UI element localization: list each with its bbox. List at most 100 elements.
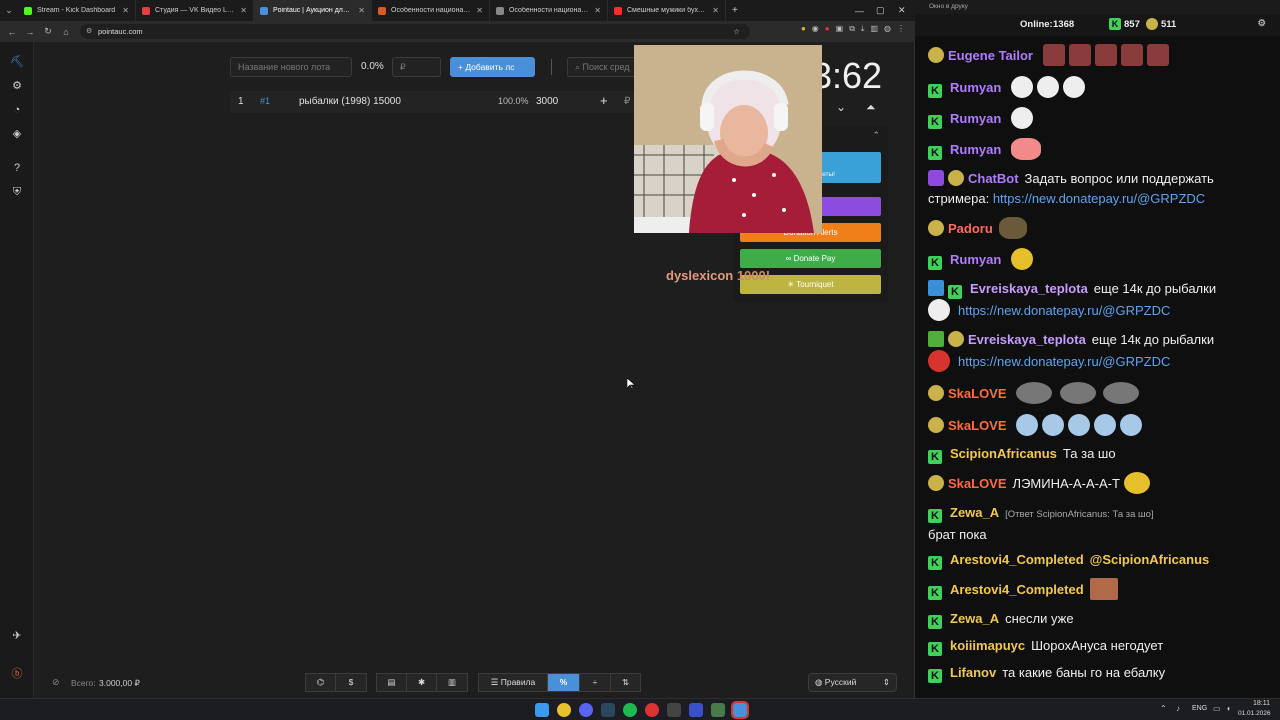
maximize-icon[interactable]: ▢ <box>876 0 885 21</box>
split-icon[interactable]: ÷ <box>579 673 611 692</box>
tab-list-icon[interactable]: ⌄ <box>0 5 18 16</box>
amount-input[interactable]: ₽ <box>392 57 441 77</box>
menu-icon[interactable]: ⋮ <box>897 24 905 34</box>
extension-icon[interactable]: ▣ <box>836 24 844 34</box>
telegram-icon[interactable]: ✈ <box>9 628 25 644</box>
chevron-up-icon[interactable]: ⌃ <box>872 130 880 141</box>
pointauc-app-icon[interactable] <box>731 701 749 719</box>
close-tab-icon[interactable]: ✕ <box>712 6 719 15</box>
online-label: Online: <box>1020 19 1053 30</box>
chrome-icon[interactable] <box>557 703 571 717</box>
chevron-down-icon[interactable]: ⌄ <box>836 100 846 114</box>
clock-time[interactable]: 18:11 <box>1242 700 1270 707</box>
app-icon[interactable] <box>645 703 659 717</box>
wheel-icon[interactable]: ◔ <box>9 102 25 118</box>
help-icon[interactable]: ? <box>9 160 25 176</box>
close-window-icon[interactable]: ✕ <box>898 0 906 21</box>
collapse-icon[interactable]: ⏶ <box>866 100 876 115</box>
back-icon[interactable]: ← <box>3 27 21 37</box>
network-icon[interactable]: ▭ <box>1213 704 1221 713</box>
language-select[interactable]: ◍ Русский ⇕ <box>808 673 897 692</box>
reload-icon[interactable]: ↻ <box>39 26 57 37</box>
tab-film-1[interactable]: Особенности национальной р✕ <box>372 0 490 21</box>
film-favicon-icon <box>378 6 386 15</box>
donation-overlay-text: dyslexicon 1000! <box>666 268 771 283</box>
extension-icon[interactable]: ◉ <box>812 24 819 34</box>
emote-icon <box>928 350 950 372</box>
forward-icon[interactable]: → <box>21 27 39 37</box>
clock-date[interactable]: 01.01.2026 <box>1238 710 1271 717</box>
save-icon[interactable]: ▤ <box>376 673 407 692</box>
close-tab-icon[interactable]: ✕ <box>476 6 483 15</box>
goose-emote-icon <box>1010 107 1033 129</box>
github-icon[interactable]: ⌬ <box>305 673 336 692</box>
profile-icon[interactable]: ◍ <box>884 24 891 34</box>
app-icon[interactable] <box>667 703 681 717</box>
chat-message: K Rumyan <box>928 76 1273 98</box>
layers-icon[interactable]: ◈ <box>9 126 25 142</box>
site-info-icon[interactable]: ⚙ <box>86 24 92 39</box>
discord-icon[interactable] <box>579 703 593 717</box>
minimize-icon[interactable]: — <box>855 0 864 21</box>
tab-vk[interactable]: Студия — VK Видео Live ✕ <box>136 0 254 21</box>
donate-pay-button[interactable]: ∞ Donate Pay <box>740 249 881 268</box>
new-tab-button[interactable]: + <box>732 5 738 16</box>
chat-window-title: Окно в друку <box>915 0 1280 14</box>
extension-icon[interactable]: ● <box>825 24 830 34</box>
app-icon[interactable] <box>689 703 703 717</box>
link-icon: ∞ <box>785 254 794 263</box>
kick-badge-icon: K <box>928 115 942 129</box>
tab-film-2[interactable]: Особенности национальной р✕ <box>490 0 608 21</box>
vk-badge-icon <box>948 170 964 186</box>
settings-icon[interactable]: ⚙ <box>9 78 25 94</box>
visibility-off-icon[interactable]: ⊘ <box>52 677 60 688</box>
steam-icon[interactable] <box>601 703 615 717</box>
tab-kick[interactable]: Stream - Kick Dashboard ✕ <box>18 0 136 21</box>
settings-icon[interactable]: ⚙ <box>1257 18 1266 29</box>
download-icon[interactable]: ⤓ <box>861 24 865 34</box>
sidebar-icon[interactable]: ▥ <box>870 24 878 34</box>
tab-pointauc[interactable]: Pointauc | Аукцион для стрим✕ <box>254 0 372 21</box>
chat-message: Padoru <box>928 217 1273 239</box>
total-value: 3.000,00 ₽ <box>99 678 140 688</box>
app-icon[interactable] <box>711 703 725 717</box>
donate-link[interactable]: https://new.donatepay.ru/@GRPZDC <box>958 354 1170 369</box>
language-indicator[interactable]: ENG <box>1192 705 1207 712</box>
tab-youtube[interactable]: Смешные мужики бухают на ✕ <box>608 0 726 21</box>
bug-icon[interactable]: ✱ <box>406 673 437 692</box>
close-tab-icon[interactable]: ✕ <box>240 6 247 15</box>
add-amount-button[interactable]: + <box>600 93 608 108</box>
close-tab-icon[interactable]: ✕ <box>594 6 601 15</box>
bookmark-star-icon[interactable]: ☆ <box>733 24 740 39</box>
spotify-icon[interactable] <box>623 703 637 717</box>
close-tab-icon[interactable]: ✕ <box>358 6 365 15</box>
search-input[interactable]: ⌕ Поиск сред <box>567 57 637 77</box>
tray-chevron-icon[interactable]: ⌃ <box>1160 704 1167 713</box>
puzzle-icon[interactable]: ⧉ <box>849 24 855 34</box>
goose-emote-icon <box>1036 76 1059 98</box>
donate-link[interactable]: https://new.donatepay.ru/@GRPZDC <box>958 303 1170 318</box>
extension-icon[interactable]: ● <box>801 24 806 34</box>
windows-start-icon[interactable] <box>535 703 549 717</box>
kick-badge-icon: K <box>928 509 942 523</box>
new-lot-input[interactable]: Название нового лота <box>230 57 352 77</box>
goose-emote-icon <box>1010 76 1033 98</box>
percent-value: 0.0% <box>361 61 384 72</box>
volume-icon[interactable]: ◖ <box>1226 704 1231 713</box>
url-field[interactable]: ⚙ pointauc.com ☆ <box>80 24 750 39</box>
home-icon[interactable]: ⌂ <box>57 27 75 37</box>
trash-icon[interactable]: ▥ <box>436 673 468 692</box>
add-lot-button[interactable]: + Добавить лс <box>450 57 535 77</box>
auction-icon[interactable]: ⛏ <box>9 54 25 70</box>
dollar-icon[interactable]: $ <box>335 673 367 692</box>
mouse-cursor-icon <box>627 378 635 390</box>
percent-mode-button[interactable]: % <box>547 673 580 692</box>
donate-icon[interactable]: ⓑ <box>9 666 25 682</box>
rules-button[interactable]: ☰ Правила <box>478 673 548 692</box>
sort-icon[interactable]: ⇅ <box>610 673 641 692</box>
donate-link[interactable]: https://new.donatepay.ru/@GRPZDC <box>993 191 1205 206</box>
close-tab-icon[interactable]: ✕ <box>122 6 129 15</box>
shield-icon[interactable]: ⛨ <box>9 184 25 200</box>
table-row[interactable]: 1 #1 рыбалки (1998) 15000 100.0% 3000 + … <box>230 91 640 113</box>
mic-icon[interactable]: ♪ <box>1176 704 1180 713</box>
